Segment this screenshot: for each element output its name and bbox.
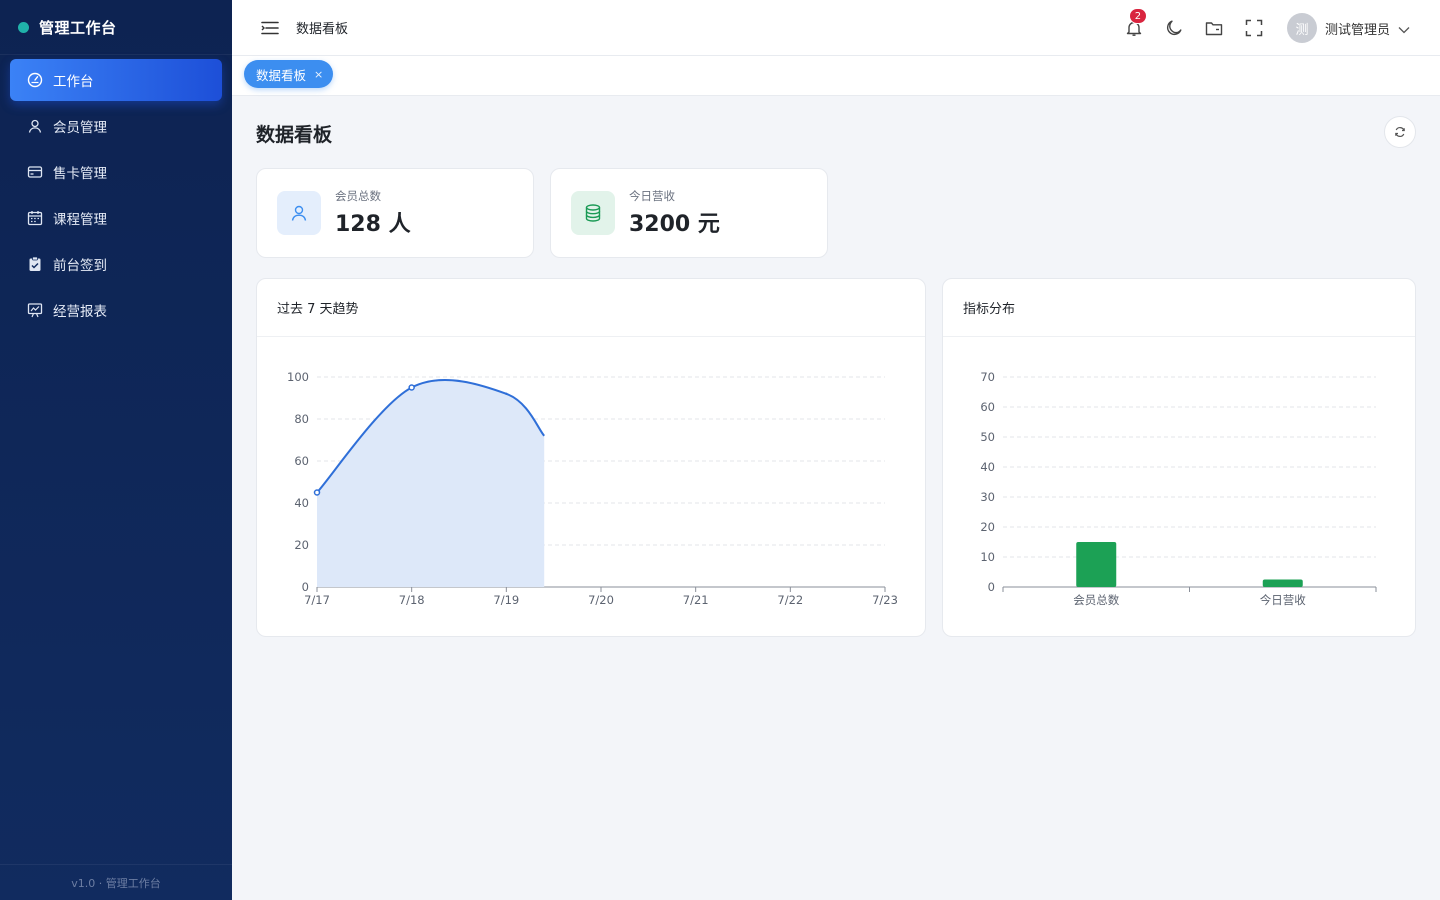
y-tick-label: 60: [294, 454, 309, 468]
trend-panel: 过去 7 天趋势 0 20 40 60 80 100 7/17 7/18 7/19 7/20 7/2…: [256, 278, 926, 637]
page-title: 数据看板: [256, 124, 333, 146]
sidebar-item-label: 前台签到: [53, 258, 107, 274]
chevron-down-icon: [1398, 19, 1410, 38]
data-point: [505, 392, 508, 395]
tab-dashboard[interactable]: 数据看板 ×: [244, 60, 334, 88]
y-tick-label: 0: [302, 580, 309, 594]
user-icon: [26, 117, 44, 135]
close-icon[interactable]: ×: [314, 68, 323, 81]
sidebar-item-reports[interactable]: 经营报表: [10, 289, 222, 331]
trend-line-chart: 0 20 40 60 80 100 7/17 7/18 7/19 7/20 7/21 7/22 7/23: [287, 370, 898, 607]
x-tick-label: 7/19: [493, 593, 519, 607]
calendar-icon: [26, 209, 44, 227]
dark-mode-moon-icon[interactable]: [1163, 17, 1185, 39]
avatar: 测: [1286, 13, 1317, 43]
database-icon: [571, 191, 615, 235]
y-tick-label: 100: [287, 370, 309, 384]
x-tick-label: 7/18: [399, 593, 425, 607]
stat-label: 今日营收: [629, 189, 675, 203]
distribution-panel: 指标分布 0 10 20 30 40 50 60 70 会员总数 今日营收: [942, 278, 1416, 637]
y-tick-label: 60: [980, 400, 995, 414]
tabs-bar: 数据看板 ×: [232, 56, 1440, 96]
x-tick-label: 今日营收: [1260, 593, 1306, 607]
x-tick-label: 7/22: [777, 593, 803, 607]
header-actions: 2 测 测试管理员: [1123, 0, 1440, 56]
refresh-icon: [1395, 126, 1405, 138]
sidebar-item-label: 会员管理: [53, 120, 107, 136]
sidebar-item-label: 课程管理: [53, 212, 107, 228]
stat-value: 128 人: [335, 212, 411, 237]
y-tick-label: 40: [980, 460, 995, 474]
notification-badge: 2: [1128, 8, 1147, 24]
y-tick-label: 50: [980, 430, 995, 444]
data-point: [313, 489, 321, 496]
sidebar: 管理工作台 工作台 会员管理 售卡管理 课程管理 前台签到 经营报表 v1.0 …: [0, 0, 232, 900]
tab-label: 数据看板: [256, 67, 307, 83]
y-tick-label: 20: [980, 520, 995, 534]
panel-title: 过去 7 天趋势: [257, 279, 925, 337]
sidebar-item-members[interactable]: 会员管理: [10, 105, 222, 147]
user-name: 测试管理员: [1324, 22, 1390, 38]
x-tick-label: 7/21: [683, 593, 709, 607]
sidebar-item-dashboard[interactable]: 工作台: [10, 59, 222, 101]
top-header: 数据看板 2 测 测试管理员: [232, 0, 1440, 56]
sidebar-item-cards[interactable]: 售卡管理: [10, 151, 222, 193]
brand-logo-dot: [18, 21, 29, 33]
panel-title: 指标分布: [943, 279, 1415, 337]
notification-bell-icon[interactable]: 2: [1123, 8, 1147, 39]
brand: 管理工作台: [0, 0, 232, 55]
x-tick-label: 7/17: [304, 593, 330, 607]
user-menu[interactable]: 测 测试管理员: [1286, 13, 1410, 43]
card-icon: [26, 163, 44, 181]
clipboard-check-icon: [26, 255, 44, 273]
user-icon: [277, 191, 321, 235]
x-tick-label: 会员总数: [1073, 593, 1119, 607]
brand-title: 管理工作台: [39, 18, 117, 37]
menu-toggle-icon[interactable]: [260, 18, 280, 38]
stat-card-members: 会员总数 128 人: [256, 168, 534, 258]
y-tick-label: 70: [980, 370, 995, 384]
y-tick-label: 80: [294, 412, 309, 426]
sidebar-item-courses[interactable]: 课程管理: [10, 197, 222, 239]
sidebar-item-label: 工作台: [53, 74, 94, 90]
y-tick-label: 10: [980, 550, 995, 564]
sidebar-item-label: 售卡管理: [53, 166, 107, 182]
x-tick-label: 7/20: [588, 593, 614, 607]
y-tick-label: 0: [988, 580, 995, 594]
y-tick-label: 20: [294, 538, 309, 552]
stat-card-revenue: 今日营收 3200 元: [550, 168, 828, 258]
sidebar-footer: v1.0 · 管理工作台: [0, 864, 232, 900]
refresh-button[interactable]: [1384, 116, 1416, 148]
bar: [1262, 579, 1303, 587]
x-tick-label: 7/23: [872, 593, 898, 607]
sidebar-item-checkin[interactable]: 前台签到: [10, 243, 222, 285]
y-tick-label: 40: [294, 496, 309, 510]
header-title: 数据看板: [296, 22, 349, 37]
stat-value: 3200 元: [629, 212, 720, 237]
sidebar-menu: 工作台 会员管理 售卡管理 课程管理 前台签到 经营报表: [0, 55, 232, 331]
bar: [1076, 542, 1117, 587]
sidebar-item-label: 经营报表: [53, 304, 107, 320]
fullscreen-icon[interactable]: [1243, 17, 1265, 39]
dashboard-icon: [26, 71, 44, 89]
y-tick-label: 30: [980, 490, 995, 504]
stat-label: 会员总数: [335, 189, 381, 203]
folder-icon[interactable]: [1203, 17, 1225, 39]
data-point: [408, 384, 415, 391]
series-area: [317, 380, 545, 587]
chart-board-icon: [26, 301, 44, 319]
distribution-bar-chart: 0 10 20 30 40 50 60 70 会员总数 今日营收: [980, 370, 1377, 607]
